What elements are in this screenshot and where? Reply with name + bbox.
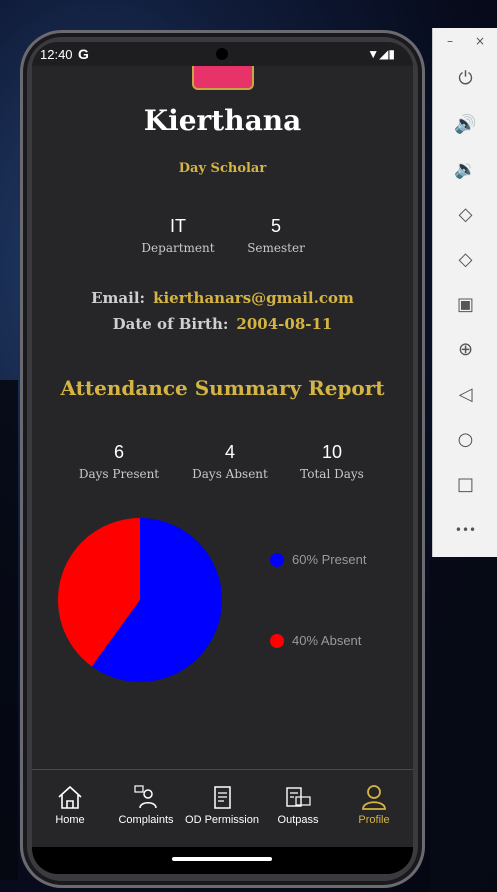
dob-value: 2004-08-11 [236, 315, 333, 333]
status-icons: ▼◢▮ [367, 47, 395, 61]
days-present-value: 6 [113, 442, 124, 462]
minimize-button[interactable]: – [447, 34, 453, 48]
status-time: 12:40 [40, 47, 73, 62]
department-label: Department [141, 241, 215, 255]
background-tree [0, 380, 18, 880]
legend-absent: 40% Absent [270, 633, 361, 648]
total-days-stat: 10 Total Days [294, 442, 370, 481]
attendance-pie-chart [58, 518, 222, 682]
nav-outpass-label: Outpass [277, 814, 319, 826]
close-button[interactable]: × [475, 34, 485, 48]
legend-present-label: 60% Present [292, 552, 367, 567]
home-icon [58, 785, 82, 809]
total-days-label: Total Days [300, 467, 364, 481]
legend-present: 60% Present [270, 552, 366, 567]
camera-icon[interactable]: ▣ [433, 290, 497, 320]
nav-profile[interactable]: Profile [336, 784, 412, 826]
back-icon[interactable]: ◁ [433, 380, 497, 410]
days-absent-stat: 4 Days Absent [188, 442, 272, 481]
nav-od-permission-label: OD Permission [185, 814, 259, 826]
legend-absent-label: 40% Absent [292, 633, 362, 648]
background-tree [430, 560, 497, 892]
complaints-icon [134, 785, 157, 809]
days-present-stat: 6 Days Present [76, 442, 162, 481]
dob-label: Date of Birth: [112, 315, 229, 333]
nav-profile-label: Profile [358, 814, 390, 826]
scholar-type: Day Scholar [178, 161, 267, 176]
legend-absent-dot [270, 634, 284, 648]
nav-home-label: Home [55, 814, 85, 826]
days-absent-value: 4 [224, 442, 235, 462]
department-stat: IT Department [138, 216, 218, 255]
profile-name: Kierthana [143, 104, 302, 137]
department-value: IT [170, 216, 186, 236]
od-permission-icon [214, 786, 231, 809]
total-days-value: 10 [321, 442, 343, 462]
bottom-navigation: Home Complaints OD Permission Outpass Pr… [32, 769, 413, 848]
email-label: Email: [91, 289, 146, 307]
google-icon: G [78, 46, 89, 62]
zoom-icon[interactable]: ⊕ [433, 335, 497, 365]
phone-screen: 12:40 G ▼◢▮ • • Kierthana Day Scholar IT… [32, 42, 413, 874]
emulator-side-panel: – × ⏻ 🔊 🔉 ◇ ◇ ▣ ⊕ ◁ ○ □ ••• [432, 28, 497, 557]
nav-complaints[interactable]: Complaints [108, 784, 184, 826]
days-absent-label: Days Absent [192, 467, 268, 481]
nav-outpass[interactable]: Outpass [260, 784, 336, 826]
profile-icon [362, 785, 386, 810]
nav-complaints-label: Complaints [118, 814, 174, 826]
legend-present-dot [270, 553, 284, 567]
more-icon[interactable]: ••• [433, 515, 497, 545]
home-circle-icon[interactable]: ○ [433, 425, 497, 455]
outpass-icon [286, 787, 311, 807]
email-value: kierthanars@gmail.com [153, 289, 354, 307]
avatar: • • [192, 58, 254, 90]
semester-value: 5 [270, 216, 281, 236]
overview-icon[interactable]: □ [433, 470, 497, 500]
gesture-bar[interactable] [32, 847, 413, 874]
semester-stat: 5 Semester [238, 216, 314, 255]
rotate-right-icon[interactable]: ◇ [433, 245, 497, 275]
volume-up-icon[interactable]: 🔊 [433, 110, 497, 140]
days-present-label: Days Present [78, 467, 160, 481]
nav-home[interactable]: Home [32, 784, 108, 826]
semester-label: Semester [247, 241, 305, 255]
volume-down-icon[interactable]: 🔉 [433, 155, 497, 185]
rotate-left-icon[interactable]: ◇ [433, 200, 497, 230]
dob-row: Date of Birth: 2004-08-11 [32, 315, 413, 333]
email-row: Email: kierthanars@gmail.com [32, 289, 413, 307]
attendance-title: Attendance Summary Report [60, 376, 385, 400]
power-icon[interactable]: ⏻ [433, 64, 497, 94]
nav-od-permission[interactable]: OD Permission [184, 784, 260, 826]
home-gesture-handle[interactable] [172, 857, 272, 861]
